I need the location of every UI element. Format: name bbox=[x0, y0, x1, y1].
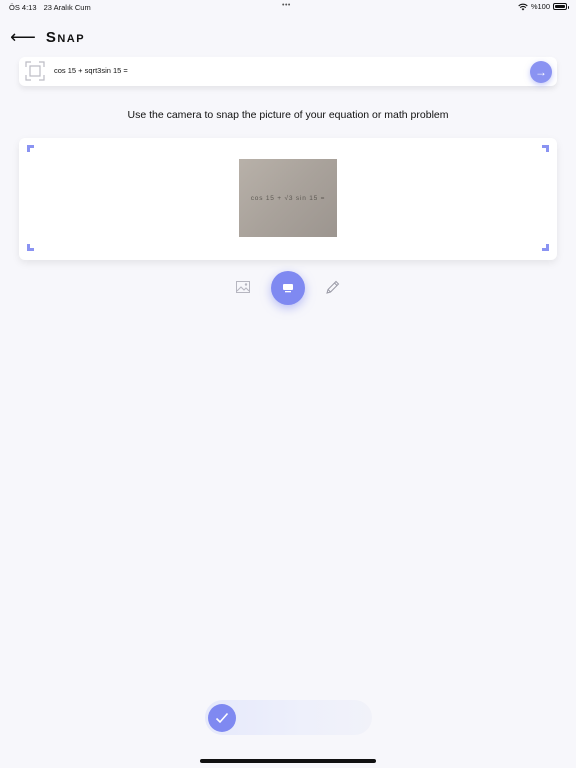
multitask-dots[interactable]: ••• bbox=[282, 2, 291, 9]
captured-photo: cos 15 + √3 sin 15 = bbox=[239, 159, 337, 237]
viewfinder-corner-top-left bbox=[27, 145, 34, 152]
status-time: ÖS 4:13 bbox=[9, 3, 37, 12]
scan-frame-icon[interactable] bbox=[25, 61, 45, 81]
battery-percent: %100 bbox=[530, 2, 550, 11]
viewfinder-corner-bottom-right bbox=[542, 244, 549, 251]
header: ⟵ Snap bbox=[10, 28, 85, 46]
snap-screen: ÖS 4:13 23 Aralık Cum ••• %100 ⟵ Snap co… bbox=[0, 0, 576, 768]
arrow-right-icon[interactable]: → bbox=[530, 61, 552, 83]
snap-button[interactable] bbox=[271, 271, 305, 305]
home-indicator[interactable] bbox=[200, 759, 376, 763]
photo-equation-text: cos 15 + √3 sin 15 = bbox=[250, 194, 326, 202]
camera-shutter-icon bbox=[283, 284, 293, 293]
pencil-icon[interactable] bbox=[325, 280, 340, 295]
equation-bar: cos 15 + sqrt3sin 15 = → bbox=[19, 57, 557, 86]
viewfinder-corner-bottom-left bbox=[27, 244, 34, 251]
arrow-left-icon[interactable]: ⟵ bbox=[10, 28, 36, 46]
camera-viewfinder: cos 15 + √3 sin 15 = bbox=[19, 138, 557, 260]
status-right: %100 bbox=[518, 2, 569, 11]
viewfinder-corner-top-right bbox=[542, 145, 549, 152]
page-title: Snap bbox=[45, 28, 86, 46]
battery-icon bbox=[553, 3, 569, 10]
equation-input[interactable]: cos 15 + sqrt3sin 15 = bbox=[54, 66, 128, 75]
wifi-icon bbox=[518, 3, 528, 10]
status-bar: ÖS 4:13 23 Aralık Cum ••• %100 bbox=[0, 0, 576, 14]
checkmark-icon bbox=[215, 712, 229, 724]
status-date: 23 Aralık Cum bbox=[43, 3, 91, 12]
image-icon[interactable] bbox=[236, 281, 250, 293]
capture-toolbar bbox=[0, 271, 576, 305]
status-left: ÖS 4:13 23 Aralık Cum bbox=[9, 3, 96, 12]
instruction-text: Use the camera to snap the picture of yo… bbox=[127, 109, 449, 121]
confirm-pill bbox=[205, 700, 372, 735]
confirm-button[interactable] bbox=[208, 704, 236, 732]
